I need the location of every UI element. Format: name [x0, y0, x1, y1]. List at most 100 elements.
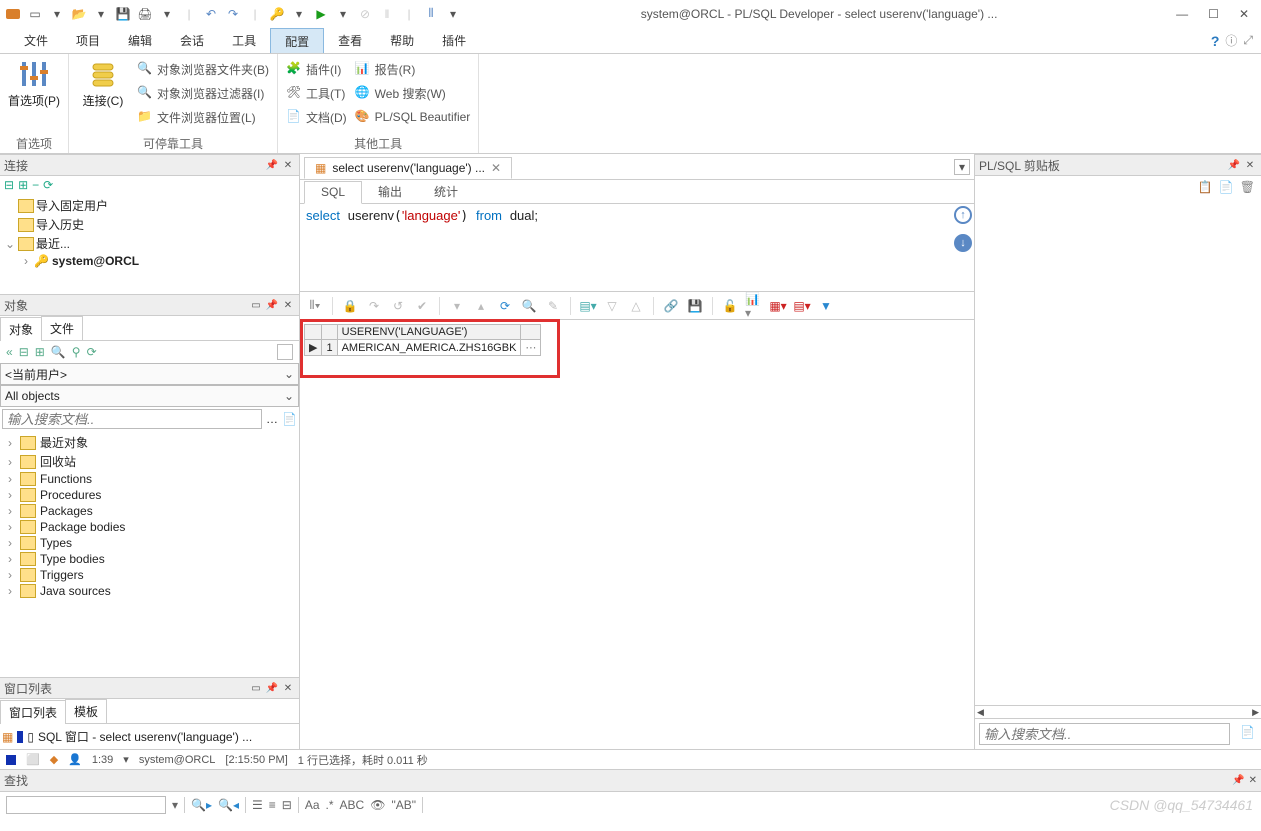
redo-icon[interactable]: ↷	[224, 5, 242, 23]
obj-find-icon[interactable]: 🔍	[51, 345, 66, 359]
find-list-icon[interactable]: ☰	[252, 798, 263, 812]
quote-icon[interactable]: "AB"	[391, 798, 416, 812]
grid-rows-icon[interactable]: ▤▾	[793, 297, 811, 315]
obj-menu-icon[interactable]: ▭	[249, 298, 263, 312]
result-grid[interactable]: USERENV('LANGUAGE') ▶1AMERICAN_AMERICA.Z…	[304, 324, 541, 356]
close-button[interactable]: ✕	[1239, 7, 1249, 21]
run-icon[interactable]: ▶	[312, 5, 330, 23]
obj-link-icon[interactable]: ⚲	[72, 345, 81, 359]
list-item[interactable]: ›回收站	[0, 452, 299, 471]
sort-asc-icon[interactable]: ▤▾	[579, 297, 597, 315]
clip-pin-icon[interactable]: 📌	[1227, 158, 1241, 172]
expand-icon[interactable]: ⤢	[1243, 33, 1253, 48]
find-list3-icon[interactable]: ⊟	[282, 798, 292, 812]
find-list2-icon[interactable]: ≡	[269, 798, 276, 812]
fetch-all-icon[interactable]: ↺	[389, 297, 407, 315]
new-icon[interactable]: ▭	[26, 5, 44, 23]
panel-pin-icon[interactable]: 📌	[265, 158, 279, 172]
tree-collapse-icon[interactable]: ⊟	[4, 178, 14, 192]
link-icon[interactable]: 🔗	[662, 297, 680, 315]
win-menu-icon[interactable]: ▭	[249, 681, 263, 695]
object-search-input[interactable]	[2, 409, 262, 429]
stop-icon[interactable]: ⊘	[356, 5, 374, 23]
tune-icon[interactable]: ⫴	[422, 5, 440, 23]
tab-close-icon[interactable]: ✕	[491, 161, 501, 175]
find-close-icon[interactable]: ✕	[1249, 775, 1257, 786]
subtab-stats[interactable]: 统计	[418, 180, 474, 203]
list-item[interactable]: ›Type bodies	[0, 551, 299, 567]
tree-connection[interactable]: ›🔑system@ORCL	[2, 253, 297, 269]
del-row-icon[interactable]: ▴	[472, 297, 490, 315]
obj-box-icon[interactable]	[277, 344, 293, 360]
lock-icon[interactable]: 🔒	[341, 297, 359, 315]
clip-scrollbar[interactable]: ◀▶	[975, 705, 1261, 719]
tree-import-history[interactable]: 导入历史	[2, 215, 297, 234]
win-pin-icon[interactable]: 📌	[265, 681, 279, 695]
run-dropdown-icon[interactable]: ▾	[334, 5, 352, 23]
tab-objects[interactable]: 对象	[0, 317, 42, 341]
report-button[interactable]: 📊报告(R)	[355, 58, 471, 80]
menu-plugin[interactable]: 插件	[428, 28, 480, 53]
tool-button[interactable]: 🛠工具(T)	[286, 82, 347, 104]
obj-close-icon[interactable]: ✕	[281, 298, 295, 312]
tree-import-fixed[interactable]: 导入固定用户	[2, 196, 297, 215]
copy-icon[interactable]: 📋	[1198, 180, 1213, 194]
obj-pin-icon[interactable]: 📌	[265, 298, 279, 312]
clip-close-icon[interactable]: ✕	[1243, 158, 1257, 172]
status-dropdown-icon[interactable]: ▾	[123, 753, 129, 766]
open-icon[interactable]: 📂	[70, 5, 88, 23]
find-input[interactable]	[6, 796, 166, 814]
find-icon[interactable]: 🔍	[520, 297, 538, 315]
preferences-button[interactable]: 首选项(P)	[8, 58, 60, 133]
find-pin-icon[interactable]: 📌	[1232, 775, 1244, 786]
tree-expand-icon[interactable]: ⊞	[18, 178, 28, 192]
refresh-icon[interactable]: ⟳	[496, 297, 514, 315]
find-next-icon[interactable]: 🔍▸	[191, 798, 212, 812]
obj-browser-folder-button[interactable]: 🔍对象浏览器文件夹(B)	[137, 58, 269, 80]
list-item[interactable]: ›Procedures	[0, 487, 299, 503]
edit-icon[interactable]: ✎	[544, 297, 562, 315]
document-button[interactable]: 📄文档(D)	[286, 106, 347, 128]
fetch-next-icon[interactable]: ↷	[365, 297, 383, 315]
all-objects-combo[interactable]: All objects⌄	[0, 385, 299, 407]
save-grid-icon[interactable]: 💾	[686, 297, 704, 315]
subtab-sql[interactable]: SQL	[304, 181, 362, 204]
obj-expand-icon[interactable]: ⊞	[35, 345, 45, 359]
list-item[interactable]: ›Types	[0, 535, 299, 551]
find-dropdown-icon[interactable]: ▾	[172, 798, 178, 812]
paste-icon[interactable]: 📄	[1219, 180, 1234, 194]
find-prev-icon[interactable]: 🔍◂	[218, 798, 239, 812]
file-browser-location-button[interactable]: 📁文件浏览器位置(L)	[137, 106, 269, 128]
menu-session[interactable]: 会话	[166, 28, 218, 53]
save-icon[interactable]: 💾	[114, 5, 132, 23]
tree-recent[interactable]: ⌄最近...	[2, 234, 297, 253]
menu-file[interactable]: 文件	[10, 28, 62, 53]
menu-config[interactable]: 配置	[270, 28, 324, 53]
clip-search-input[interactable]	[979, 723, 1230, 745]
search-new-icon[interactable]: 📄	[282, 412, 297, 426]
undo-icon[interactable]: ↶	[202, 5, 220, 23]
list-item[interactable]: ›Package bodies	[0, 519, 299, 535]
current-user-combo[interactable]: <当前用户>⌄	[0, 363, 299, 385]
tab-template[interactable]: 模板	[65, 699, 107, 723]
sort-clear-icon[interactable]: △	[627, 297, 645, 315]
key-dropdown-icon[interactable]: ▾	[290, 5, 308, 23]
panel-close-icon[interactable]: ✕	[281, 158, 295, 172]
info-icon[interactable]: ⓘ	[1225, 32, 1237, 49]
regex-icon[interactable]: .*	[326, 798, 334, 812]
lock-open-icon[interactable]: 🔓	[721, 297, 739, 315]
obj-collapse-icon[interactable]: ⊟	[19, 345, 29, 359]
obj-nav-back-icon[interactable]: «	[6, 345, 13, 359]
cell-value[interactable]: AMERICAN_AMERICA.ZHS16GBK	[337, 340, 521, 356]
list-item[interactable]: ›Java sources	[0, 583, 299, 599]
menu-edit[interactable]: 编辑	[114, 28, 166, 53]
obj-refresh-icon[interactable]: ⟳	[87, 345, 97, 359]
minimize-button[interactable]: —	[1176, 7, 1188, 21]
web-search-button[interactable]: 🌐Web 搜索(W)	[355, 82, 471, 104]
list-item[interactable]: ›最近对象	[0, 433, 299, 452]
filter-icon[interactable]: ▼	[817, 297, 835, 315]
clip-new-icon[interactable]: 📄	[1234, 719, 1261, 749]
tree-minus-icon[interactable]: −	[32, 178, 39, 192]
list-item[interactable]: ›Functions	[0, 471, 299, 487]
pause-icon[interactable]: ‖	[378, 5, 396, 23]
